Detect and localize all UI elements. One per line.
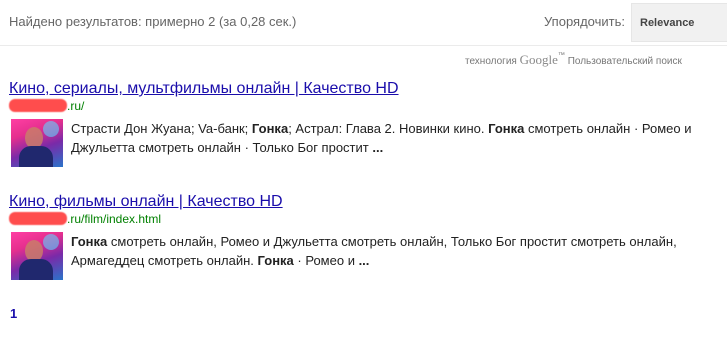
result-thumbnail[interactable] [11, 232, 63, 280]
snippet-highlight: Гонка [251, 121, 289, 136]
snippet-highlight: Гонка [71, 234, 108, 249]
result-thumbnail[interactable] [11, 119, 63, 167]
sort-label: Упорядочить: [544, 14, 625, 29]
snippet-highlight: ... [358, 253, 370, 268]
snippet-highlight: ... [372, 140, 384, 155]
result-body: Страсти Дон Жуана; Va-банк; Гонка; Астра… [9, 119, 724, 167]
result-url: .ru/film/index.html [9, 212, 724, 228]
result-title-link[interactable]: Кино, сериалы, мультфильмы онлайн | Каче… [9, 80, 399, 98]
branding-suffix: Пользовательский поиск [567, 56, 682, 67]
header-divider [0, 45, 727, 46]
snippet-highlight: Гонка [488, 121, 525, 136]
result-url: .ru/ [9, 99, 724, 115]
snippet-text: смотреть онлайн, Ромео и Джульетта смотр… [71, 234, 677, 268]
google-logo: Google [519, 52, 558, 67]
result-snippet: Страсти Дон Жуана; Va-банк; Гонка; Астра… [71, 119, 721, 157]
trademark-symbol: ™ [557, 52, 565, 59]
snippet-text: ; Астрал: Глава 2. Новинки кино. [288, 121, 489, 136]
snippet-highlight: Гонка [257, 253, 294, 268]
snippet-text: · Ромео и [293, 253, 359, 268]
result-snippet: Гонка смотреть онлайн, Ромео и Джульетта… [71, 232, 721, 270]
result-count: Найдено результатов: примерно 2 (за 0,28… [9, 14, 297, 29]
snippet-text: Страсти Дон Жуана; Va-банк; [71, 121, 252, 136]
search-result: Кино, сериалы, мультфильмы онлайн | Каче… [9, 80, 724, 167]
redacted-domain [9, 99, 67, 112]
search-result: Кино, фильмы онлайн | Качество HD .ru/fi… [9, 193, 724, 280]
redacted-domain [9, 212, 67, 225]
result-title-link[interactable]: Кино, фильмы онлайн | Качество HD [9, 193, 283, 211]
sort-order-select[interactable]: Relevance [631, 3, 727, 42]
result-body: Гонка смотреть онлайн, Ромео и Джульетта… [9, 232, 724, 280]
branding-prefix: технология [465, 56, 517, 67]
result-url-path: .ru/ [67, 99, 85, 113]
results-header: Найдено результатов: примерно 2 (за 0,28… [0, 0, 727, 45]
result-url-path: .ru/film/index.html [67, 212, 162, 226]
pagination-page-1[interactable]: 1 [10, 306, 17, 321]
custom-search-branding: технология Google™ Пользовательский поис… [465, 52, 682, 68]
